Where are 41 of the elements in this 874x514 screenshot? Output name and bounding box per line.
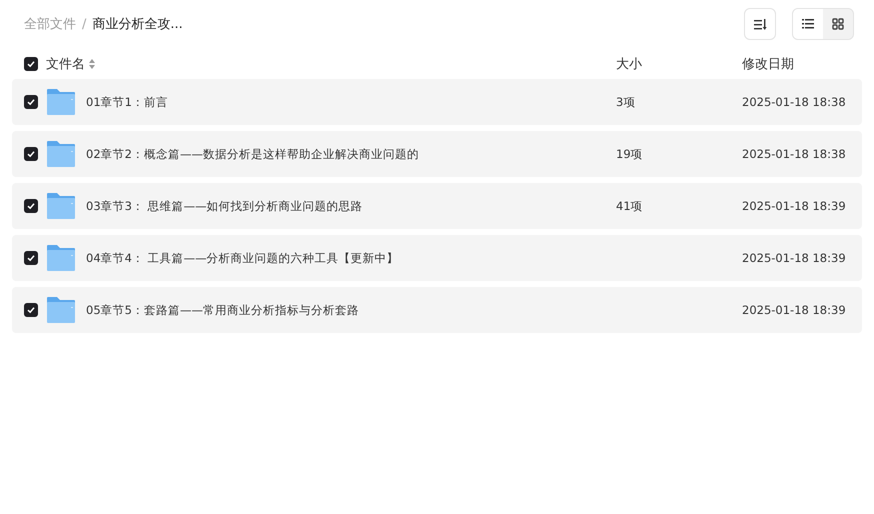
file-name[interactable]: 05章节5：套路篇——常用商业分析指标与分析套路	[86, 302, 616, 318]
file-size: 3项	[616, 94, 636, 110]
breadcrumb-link[interactable]: 商业分析全攻...	[92, 15, 183, 33]
row-checkbox[interactable]	[24, 147, 38, 161]
folder-icon	[46, 140, 76, 168]
file-size: 19项	[616, 146, 644, 162]
folder-icon	[46, 244, 76, 272]
modified-date: 2025-01-18 18:38	[742, 95, 847, 109]
folder-icon	[46, 88, 76, 116]
sort-button[interactable]	[744, 8, 776, 40]
check-icon	[27, 306, 35, 314]
check-icon	[27, 98, 35, 106]
column-header[interactable]: 文件名	[46, 55, 95, 73]
row-checkbox[interactable]	[24, 251, 38, 265]
file-name[interactable]: 04章节4： 工具篇——分析商业问题的六种工具【更新中】	[86, 250, 616, 266]
file-name[interactable]: 01章节1：前言	[86, 94, 616, 110]
row-checkbox[interactable]	[24, 303, 38, 317]
row-checkbox[interactable]	[24, 95, 38, 109]
modified-date: 2025-01-18 18:39	[742, 199, 847, 213]
file-size: 41项	[616, 198, 644, 214]
modified-date: 2025-01-18 18:39	[742, 251, 847, 265]
column-header[interactable]: 修改日期	[742, 55, 794, 73]
check-icon	[27, 254, 35, 262]
breadcrumb-separator: /	[82, 16, 86, 32]
folder-icon	[46, 192, 76, 220]
folder-icon	[46, 296, 76, 324]
check-icon	[27, 202, 35, 210]
check-icon	[27, 150, 35, 158]
row-checkbox[interactable]	[24, 199, 38, 213]
modified-date: 2025-01-18 18:38	[742, 147, 847, 161]
view-toggle[interactable]	[793, 9, 823, 39]
list-icon	[802, 19, 814, 29]
select-all-checkbox[interactable]	[24, 57, 38, 71]
grid-icon	[832, 18, 844, 30]
sort-icon	[89, 59, 95, 69]
file-name[interactable]: 02章节2：概念篇——数据分析是这样帮助企业解决商业问题的	[86, 146, 616, 162]
column-header[interactable]: 大小	[616, 55, 642, 73]
modified-date: 2025-01-18 18:39	[742, 303, 847, 317]
sort-icon	[754, 18, 766, 30]
check-icon	[27, 60, 35, 68]
file-name[interactable]: 03章节3： 思维篇——如何找到分析商业问题的思路	[86, 198, 616, 214]
